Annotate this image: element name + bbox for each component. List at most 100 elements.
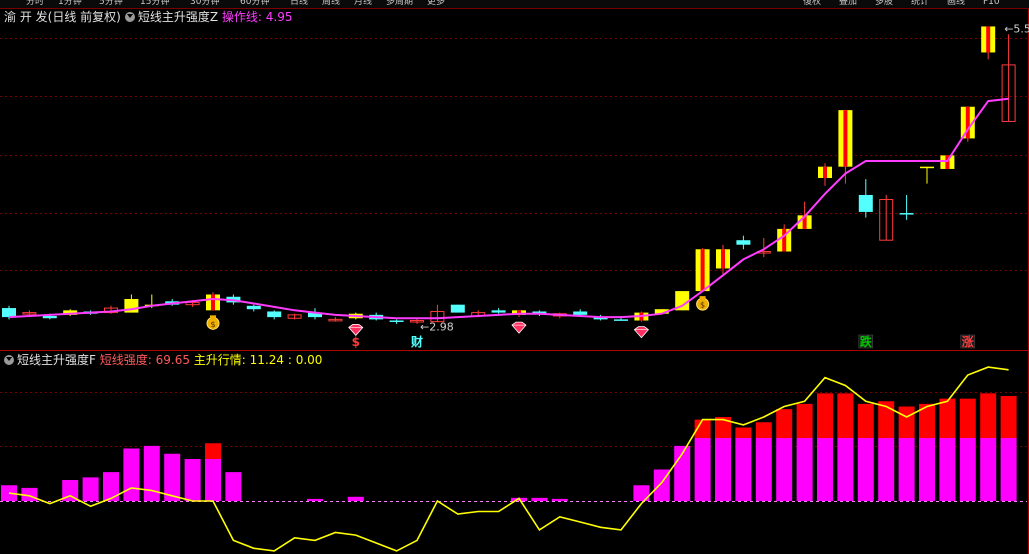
candle	[716, 244, 730, 275]
strength-bar-red	[1000, 396, 1017, 438]
strength-bar-magenta	[551, 498, 568, 501]
candle-core	[211, 294, 215, 311]
min-price-label: ←2.98	[420, 321, 454, 334]
candle	[756, 237, 771, 258]
strength-bar-magenta	[755, 438, 772, 501]
strength-bar-magenta	[205, 459, 221, 501]
candle-core	[843, 110, 848, 167]
max-price-label: ←5.59	[1004, 22, 1029, 35]
strength-bar-magenta	[1000, 438, 1017, 501]
candle	[1001, 34, 1016, 122]
strength-bar-magenta	[82, 477, 99, 501]
candle-body	[736, 240, 751, 245]
strength-bar-magenta	[817, 438, 833, 501]
candle-body	[491, 310, 506, 313]
candle-core	[782, 228, 787, 252]
candle	[246, 304, 261, 312]
diamond-shape	[633, 326, 649, 339]
candle-body	[920, 166, 934, 169]
strength-bar-magenta	[347, 496, 364, 501]
candle-body	[246, 305, 261, 310]
candle-body	[267, 311, 282, 318]
candle-body	[614, 319, 628, 321]
strength-bar-red	[817, 393, 833, 438]
candle-body	[899, 213, 914, 215]
diamond-icon	[633, 326, 649, 339]
candle-core	[721, 249, 725, 269]
candle	[206, 292, 220, 311]
candle-body	[573, 311, 588, 315]
signal-label-0: $	[352, 335, 360, 349]
strength-bar-magenta	[694, 438, 711, 501]
money-bag-icon: $	[696, 296, 710, 311]
strength-bar-magenta	[919, 438, 935, 501]
candle-body	[42, 315, 57, 319]
strength-bar-red	[939, 398, 956, 438]
strength-bar-magenta	[959, 438, 976, 501]
strength-bar-red	[205, 443, 221, 459]
strength-bar-magenta	[898, 438, 915, 501]
candle-core	[823, 166, 827, 178]
candle	[920, 166, 934, 184]
strength-bar-magenta	[980, 438, 997, 501]
candle	[981, 26, 996, 60]
money-bag-mark: $	[700, 301, 705, 310]
money-bag-mark: $	[210, 320, 215, 329]
diamond-icon	[511, 321, 527, 334]
candle	[736, 235, 751, 250]
diamond-shape	[348, 323, 364, 336]
candle	[328, 317, 343, 322]
strength-bar-magenta	[715, 438, 731, 501]
signal-label-1: 财	[410, 334, 423, 349]
kline-chart[interactable]: ←5.59 ←2.98 $ $ $ 财 跌 涨	[0, 0, 1029, 554]
candle-body	[450, 304, 465, 313]
strength-bar-magenta	[225, 472, 242, 501]
strength-bar-red	[980, 393, 997, 438]
strength-bar-magenta	[857, 438, 874, 501]
candle	[940, 155, 955, 169]
money-bag-neck	[699, 296, 706, 300]
strength-bar-magenta	[796, 438, 813, 501]
signal-label-2: 跌	[860, 334, 873, 349]
strength-bar-magenta	[837, 438, 854, 501]
strength-bar-red	[898, 406, 915, 438]
strength-bar-magenta	[103, 472, 119, 501]
strength-bar-magenta	[531, 497, 548, 501]
candle-core	[700, 249, 705, 292]
strength-bar-red	[755, 422, 772, 438]
strength-bar-magenta	[123, 448, 140, 501]
operation-line	[8, 97, 1009, 320]
strength-bar-magenta	[939, 438, 956, 501]
candle	[695, 248, 710, 292]
candle-core	[965, 106, 970, 139]
candle-body	[858, 194, 873, 212]
candle	[287, 313, 302, 320]
strength-bar-magenta	[776, 438, 793, 501]
money-bag-neck	[210, 315, 216, 319]
strength-bar-red	[776, 409, 793, 438]
candle	[491, 308, 506, 314]
strength-bar-magenta	[878, 438, 895, 501]
diamond-shape	[511, 321, 527, 334]
candle-body	[389, 320, 404, 323]
signal-label-3: 涨	[962, 334, 974, 349]
strength-bar-red	[735, 427, 752, 438]
candle	[267, 310, 282, 320]
strength-bar-magenta	[735, 438, 752, 501]
strength-bar-magenta	[184, 459, 201, 501]
strength-bar-red	[837, 393, 854, 438]
diamond-icon	[348, 323, 364, 336]
candle	[818, 163, 832, 186]
candle	[879, 194, 894, 241]
candle	[389, 319, 404, 324]
strength-bar-red	[959, 398, 976, 438]
strength-bar-magenta	[307, 498, 323, 501]
candle	[858, 179, 873, 218]
money-bag-icon: $	[206, 315, 220, 330]
candle-body	[2, 308, 16, 318]
candle-core	[986, 26, 991, 53]
strength-bar-red	[857, 403, 874, 438]
strength-bar-red	[796, 403, 813, 438]
candle	[899, 194, 914, 220]
candle	[450, 304, 465, 313]
